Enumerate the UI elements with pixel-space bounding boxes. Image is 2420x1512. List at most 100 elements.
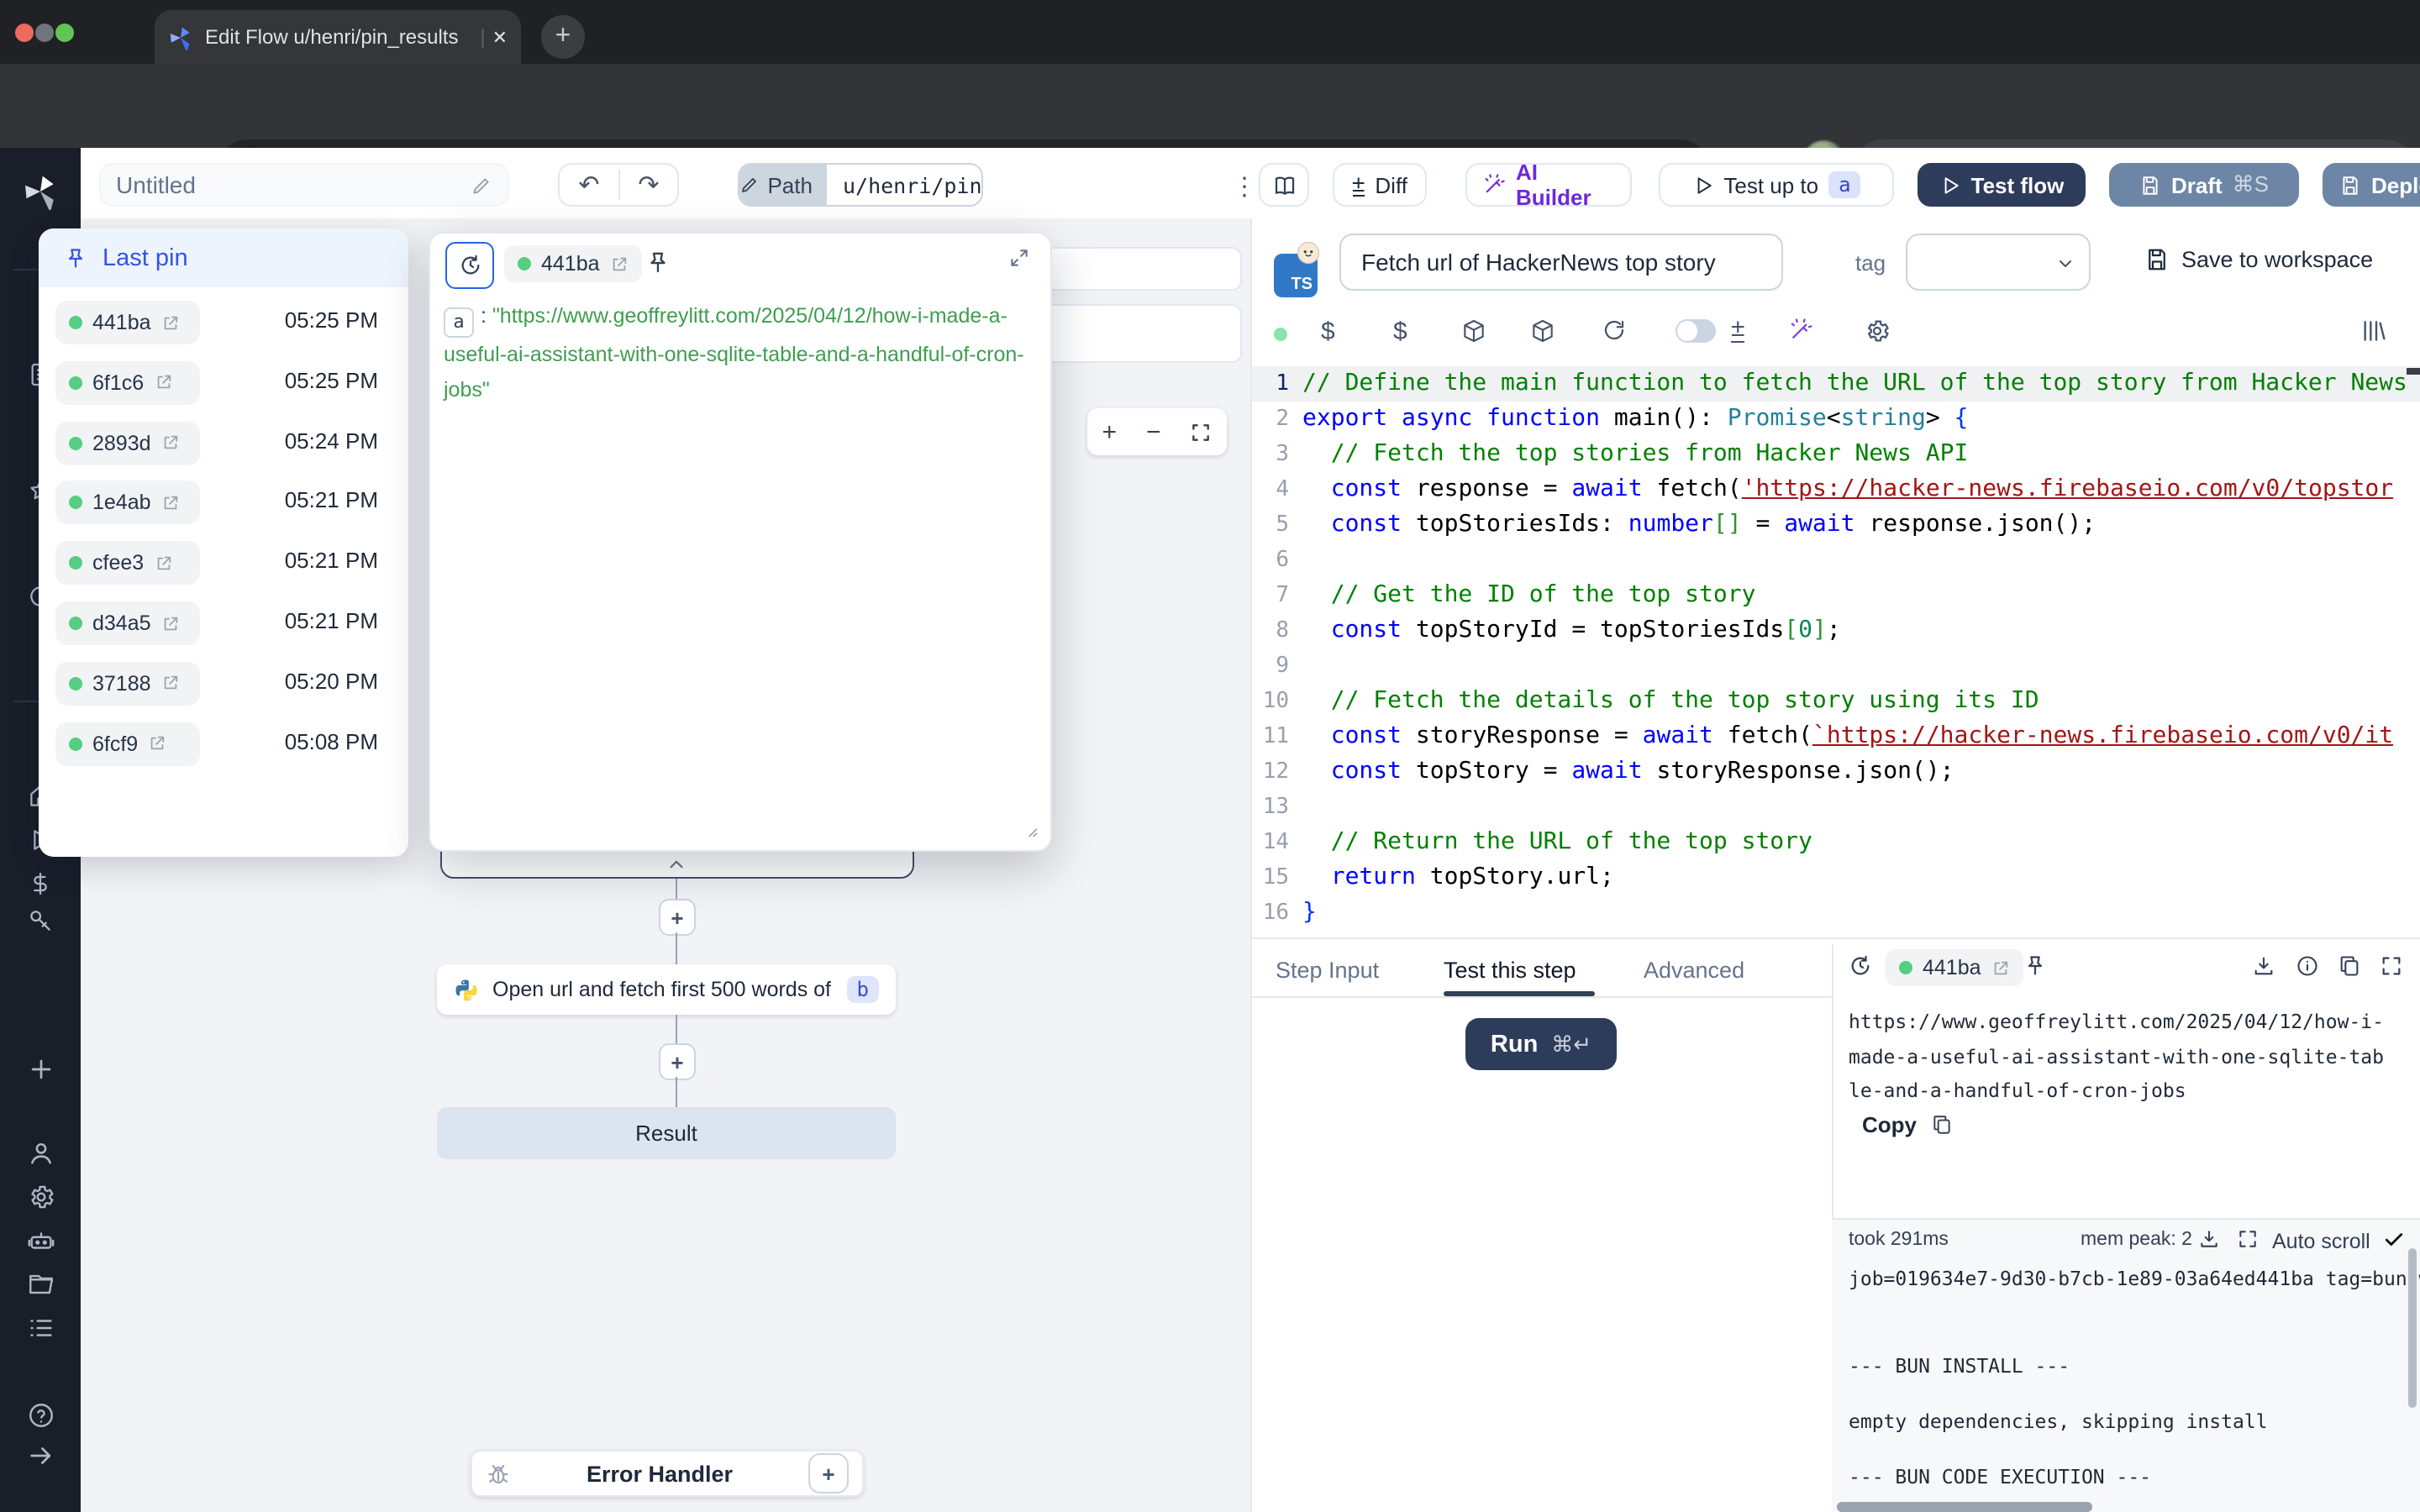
new-tab-button[interactable]: + (541, 15, 585, 59)
deploy-button[interactable]: Deploy (2323, 163, 2420, 207)
external-link-icon[interactable] (154, 554, 172, 572)
zoom-out-icon[interactable]: − (1146, 417, 1161, 446)
pin-id-pill[interactable]: 441ba (504, 245, 642, 282)
last-pin-row[interactable]: 3718805:20 PM (39, 660, 408, 707)
last-pin-row[interactable]: 441ba05:25 PM (39, 299, 408, 346)
expand-popup-icon[interactable] (1008, 247, 1030, 269)
code-line[interactable]: // Fetch the top stories from Hacker New… (1302, 437, 1968, 472)
pin-id-pill[interactable]: 2893d (55, 421, 200, 465)
external-link-icon[interactable] (161, 313, 180, 332)
info-icon[interactable] (2296, 954, 2319, 978)
copy-clipboard-icon[interactable] (2338, 954, 2361, 978)
diff-button[interactable]: ± Diff (1333, 163, 1427, 207)
last-pin-row[interactable]: d34a505:21 PM (39, 600, 408, 647)
flow-preview-button[interactable] (1259, 163, 1309, 207)
collapse-sidebar-icon[interactable] (27, 1441, 55, 1470)
check-icon[interactable] (2383, 1228, 2405, 1250)
windmill-logo-icon[interactable] (22, 173, 59, 210)
step-summary-input[interactable]: Fetch url of HackerNews top story (1339, 234, 1783, 291)
draft-button[interactable]: Draft ⌘S (2109, 163, 2299, 207)
code-line[interactable]: // Define the main function to fetch the… (1302, 366, 2407, 402)
more-options-icon[interactable]: ⋮ (1232, 171, 1257, 202)
test-flow-button[interactable]: Test flow (1918, 163, 2086, 207)
code-line[interactable]: const storyResponse = await fetch(`https… (1302, 719, 2393, 754)
tab-test-this-step[interactable]: Test this step (1444, 958, 1576, 983)
code-line[interactable]: const topStoryId = topStoriesIds[0]; (1302, 613, 1841, 648)
result-node[interactable]: Result (437, 1107, 896, 1159)
tab-step-input[interactable]: Step Input (1276, 958, 1379, 983)
code-line[interactable]: // Return the URL of the top story (1302, 825, 1812, 860)
error-handler-node[interactable]: Error Handler + (471, 1450, 864, 1497)
tag-select[interactable] (1906, 234, 2091, 291)
code-line[interactable]: export async function main(): Promise<st… (1302, 402, 1968, 437)
code-editor[interactable]: 1// Define the main function to fetch th… (1252, 366, 2420, 937)
pin-id-pill[interactable]: 6f1c6 (55, 361, 200, 405)
redo-button[interactable]: ↷ (620, 170, 677, 200)
settings-gear-icon[interactable] (1864, 318, 1891, 344)
code-line[interactable]: const topStory = await storyResponse.jso… (1302, 754, 1954, 790)
external-link-icon[interactable] (148, 734, 166, 753)
pin-icon[interactable] (645, 250, 671, 276)
external-link-icon[interactable] (610, 255, 629, 273)
add-step-button[interactable]: + (659, 899, 696, 936)
expand-logs-icon[interactable] (2237, 1228, 2259, 1250)
external-link-icon[interactable] (154, 374, 172, 392)
code-line[interactable]: return topStory.url; (1302, 860, 1614, 895)
pin-id-pill[interactable]: d34a5 (55, 601, 200, 645)
chevron-up-icon[interactable] (666, 853, 687, 875)
test-up-to-button[interactable]: Test up to a (1659, 163, 1894, 207)
path-button[interactable]: Path u/henri/pin (738, 163, 983, 207)
add-icon[interactable] (27, 1055, 55, 1084)
external-link-icon[interactable] (161, 614, 180, 633)
flow-name-input[interactable]: Untitled (99, 163, 509, 207)
fit-view-icon[interactable] (1190, 421, 1212, 443)
external-link-icon[interactable] (161, 433, 180, 452)
history-icon[interactable] (1849, 954, 1872, 978)
toggle-switch[interactable] (1676, 319, 1716, 343)
code-line[interactable]: const response = await fetch('https://ha… (1302, 472, 2393, 507)
run-button[interactable]: Run ⌘↵ (1465, 1018, 1617, 1070)
refresh-icon[interactable] (1602, 318, 1627, 343)
resources-icon[interactable] (27, 907, 54, 934)
pin-id-pill[interactable]: 1e4ab (55, 481, 200, 525)
logs-list-icon[interactable] (27, 1314, 55, 1342)
pin-id-pill[interactable]: 441ba (55, 301, 200, 344)
code-line[interactable]: const topStoriesIds: number[] = await re… (1302, 507, 2096, 543)
code-line[interactable]: } (1302, 895, 1317, 931)
add-step-button[interactable]: + (659, 1043, 696, 1080)
external-link-icon[interactable] (161, 494, 180, 512)
help-icon[interactable] (27, 1401, 55, 1430)
external-link-icon[interactable] (1991, 958, 2010, 977)
code-line[interactable]: // Get the ID of the top story (1302, 578, 1755, 613)
last-pin-row[interactable]: 6fcf905:08 PM (39, 720, 408, 767)
last-pin-row[interactable]: 2893d05:24 PM (39, 419, 408, 466)
result-id-pill[interactable]: 441ba (1886, 949, 2023, 986)
copy-button[interactable]: Copy (1862, 1112, 1952, 1137)
download-icon[interactable] (2252, 954, 2275, 978)
last-pin-row[interactable]: 1e4ab05:21 PM (39, 480, 408, 527)
dollar-icon[interactable]: $ (1321, 318, 1335, 346)
ai-builder-button[interactable]: AI Builder (1465, 163, 1632, 207)
undo-button[interactable]: ↶ (560, 170, 620, 200)
ai-wand-icon[interactable] (1788, 318, 1813, 343)
last-pin-row[interactable]: cfee305:21 PM (39, 539, 408, 586)
library-icon[interactable] (2360, 318, 2386, 344)
user-icon[interactable] (27, 1139, 55, 1168)
package-icon[interactable] (1529, 318, 1556, 344)
package-icon[interactable] (1460, 318, 1487, 344)
last-pin-row[interactable]: 6f1c605:25 PM (39, 360, 408, 407)
tab-advanced[interactable]: Advanced (1644, 958, 1744, 983)
workers-icon[interactable] (27, 1226, 55, 1255)
traffic-close-button[interactable] (15, 24, 34, 42)
browser-tab[interactable]: Edit Flow u/henri/pin_results | ✕ (155, 10, 521, 64)
horizontal-scrollbar[interactable] (1837, 1502, 2092, 1512)
fullscreen-icon[interactable] (2380, 954, 2403, 978)
pin-id-pill[interactable]: cfee3 (55, 541, 200, 585)
traffic-minimize-button[interactable] (35, 24, 54, 42)
download-logs-icon[interactable] (2198, 1228, 2220, 1250)
python-step-node[interactable]: Open url and fetch first 500 words of ..… (437, 964, 896, 1015)
add-error-handler-button[interactable]: + (808, 1453, 849, 1494)
resize-handle-icon[interactable] (1022, 822, 1039, 838)
diff-icon[interactable]: ± (1731, 318, 1744, 343)
external-link-icon[interactable] (161, 675, 180, 693)
